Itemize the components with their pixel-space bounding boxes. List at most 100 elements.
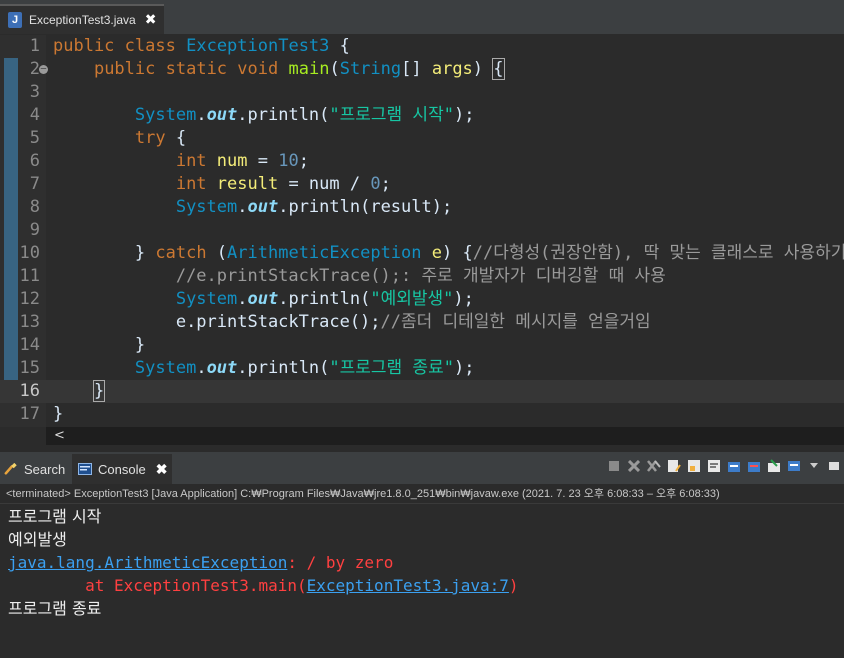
brace: } [134,243,156,263]
method-call: .println( [278,289,371,309]
stack-frame-text: at ExceptionTest3.main( [8,576,307,595]
type-name: ArithmeticException [227,243,422,263]
code-line: 11 //e.printStackTrace();: 주로 개발자가 디버깅할 … [0,265,844,288]
class-name: System [134,358,197,378]
keyword: class [124,36,176,56]
line-number: 3 [29,82,40,102]
static-field: out [247,197,279,217]
tab-search[interactable]: Search [4,454,65,484]
brace: } [53,404,64,424]
matched-brace: } [92,380,106,402]
display-console-icon[interactable] [786,458,802,474]
console-output[interactable]: 프로그램 시작 예외발생 java.lang.ArithmeticExcepti… [0,505,844,658]
keyword: void [237,59,279,79]
exception-class-link[interactable]: java.lang.ArithmeticException [8,553,287,572]
brace: } [134,335,146,355]
operator: = [247,151,279,171]
string-literal: "프로그램 시작" [329,105,454,125]
paren: ) { [442,243,473,263]
code-editor[interactable]: 1 public class ExceptionTest3 { 2 – publ… [0,35,844,427]
terminator: ; [380,174,391,194]
line-number: 16 [19,381,40,401]
scroll-lock-icon[interactable] [686,458,702,474]
line-number: 5 [29,128,40,148]
chevron-down-icon[interactable] [806,458,822,474]
keyword: public [93,59,156,79]
remove-all-terminated-icon[interactable] [646,458,662,474]
tab-console[interactable]: Console ✖ [72,454,172,484]
dot: . [237,197,248,217]
method-call: e.printStackTrace(); [175,312,381,332]
close-console-icon[interactable]: ✖ [156,461,168,478]
java-file-icon: J [8,12,22,28]
code-line: 17 } [0,403,844,426]
keyword: public [53,36,115,56]
scroll-left-icon[interactable]: < [54,427,65,445]
terminator: ); [453,289,474,309]
panel-tab-bar: Search Console ✖ [0,452,844,484]
line-number: 12 [19,289,40,309]
code-line: 5 try { [0,127,844,150]
number-literal: 0 [370,174,381,194]
string-literal: "예외발생" [370,289,454,309]
static-field: out [247,289,279,309]
keyword: catch [155,243,207,263]
dot: . [196,105,207,125]
line-number: 4 [29,105,40,125]
fold-icon[interactable]: – [39,65,48,74]
string-literal: "프로그램 종료" [329,358,454,378]
paren: ) [472,59,494,79]
line-number: 17 [19,404,40,424]
line-number: 9 [29,220,40,240]
console-toolbar [606,458,842,474]
console-line: 예외발생 [8,530,67,549]
pin-console-icon[interactable] [766,458,782,474]
code-line: 10 } catch (ArithmeticException e) {//다형… [0,242,844,265]
number-literal: 10 [278,151,299,171]
comment: //e.printStackTrace();: 주로 개발자가 디버깅할 때 사… [175,266,666,286]
editor-tab-exceptiontest3[interactable]: J ExceptionTest3.java ✖ [0,4,164,34]
remove-launch-icon[interactable] [626,458,642,474]
class-name: System [175,289,238,309]
static-field: out [206,105,238,125]
horizontal-scrollbar[interactable]: < [46,427,844,445]
console-line: 프로그램 종료 [8,599,102,618]
brackets: [] [401,59,432,79]
line-number: 8 [29,197,40,217]
show-console-on-output-icon[interactable] [726,458,742,474]
keyword: int [175,151,207,171]
current-code-line: 16 } [0,380,844,403]
method-call: .println( [237,105,330,125]
code-line: 7 int result = num / 0; [0,173,844,196]
static-field: out [206,358,238,378]
class-name: System [175,197,238,217]
word-wrap-icon[interactable] [706,458,722,474]
console-error-line: java.lang.ArithmeticException: / by zero [8,551,393,574]
terminator: ); [453,105,475,125]
show-console-on-error-icon[interactable] [746,458,762,474]
line-number: 6 [29,151,40,171]
parameter: args [431,59,473,79]
method-call: .println( [237,358,330,378]
line-number: 13 [19,312,40,332]
method-call: .println(result); [278,197,453,217]
code-line: 4 System.out.println("프로그램 시작"); [0,104,844,127]
close-tab-icon[interactable]: ✖ [145,12,157,28]
method-name: main [288,59,330,79]
clear-console-icon[interactable] [666,458,682,474]
line-number: 15 [19,358,40,378]
console-line: 프로그램 시작 [8,507,102,526]
code-line: 15 System.out.println("프로그램 종료"); [0,357,844,380]
matched-brace: { [492,58,505,80]
text-caret [104,381,106,401]
terminate-icon[interactable] [606,458,622,474]
paren: ( [329,59,340,79]
paren: ( [206,243,228,263]
minimize-icon[interactable] [826,458,842,474]
stack-frame-text: ) [508,576,519,595]
stack-frame-link[interactable]: ExceptionTest3.java:7 [307,576,509,595]
comment: //좀더 디테일한 메시지를 얻을거임 [380,312,651,332]
editor-tab-label: ExceptionTest3.java [29,13,136,27]
comment: //다형성(권장안함), 딱 맞는 클래스로 사용하기 [472,243,844,263]
line-number: 1 [29,36,40,56]
